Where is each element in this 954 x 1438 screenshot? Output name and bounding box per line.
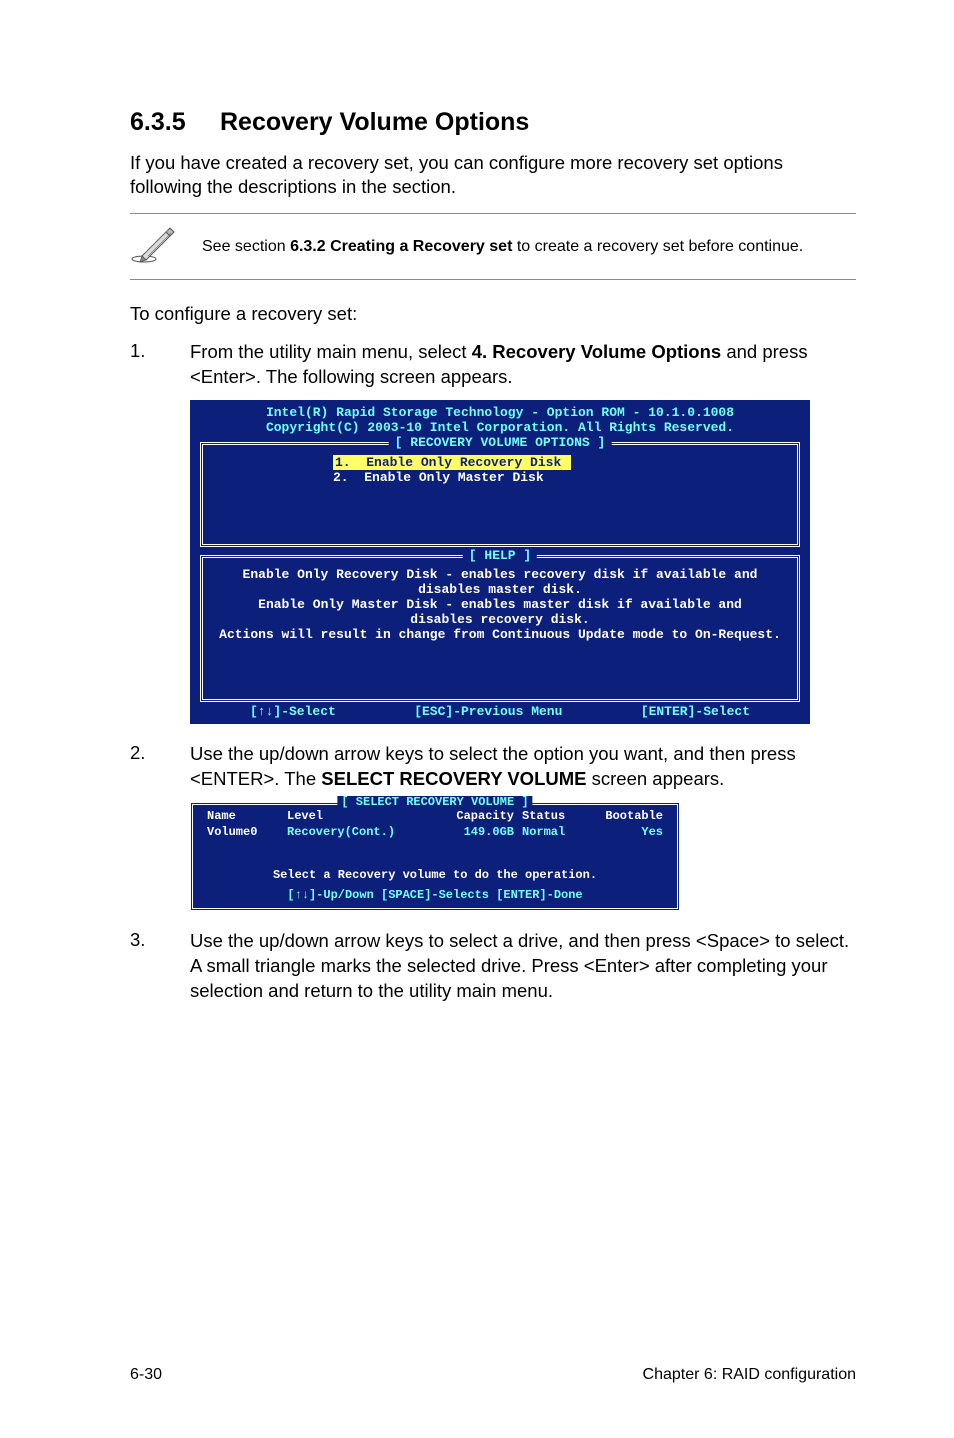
note-callout: See section 6.3.2 Creating a Recovery se… (130, 213, 856, 280)
bios2-instruction: Select a Recovery volume to do the opera… (203, 869, 667, 883)
bios1-footer-enter: [ENTER]-Select (641, 705, 750, 720)
step-2-post: screen appears. (587, 768, 725, 789)
step-2-bold: SELECT RECOVERY VOLUME (321, 768, 586, 789)
section-title: Recovery Volume Options (220, 108, 529, 136)
bios1-footer-select: [↑↓]-Select (250, 705, 336, 720)
bios2-td-status: Normal (518, 825, 593, 841)
bios1-menu-panel: [ RECOVERY VOLUME OPTIONS ] 1. Enable On… (200, 442, 800, 547)
bios1-panel-title: [ RECOVERY VOLUME OPTIONS ] (389, 436, 612, 451)
bios2-td-name: Volume0 (203, 825, 283, 841)
intro-paragraph: If you have created a recovery set, you … (130, 151, 856, 199)
bios1-help-line4: disables recovery disk. (213, 613, 787, 628)
bios2-panel-title: [ SELECT RECOVERY VOLUME ] (337, 796, 532, 810)
step-1-bold: 4. Recovery Volume Options (472, 341, 721, 362)
note-suffix: to create a recovery set before continue… (512, 238, 803, 255)
note-text: See section 6.3.2 Creating a Recovery se… (202, 236, 856, 258)
section-number: 6.3.5 (130, 108, 220, 137)
bios1-menu-item-1: 1. Enable Only Recovery Disk (333, 456, 787, 471)
chapter-label: Chapter 6: RAID configuration (643, 1366, 856, 1384)
pen-icon (130, 224, 178, 269)
step-1-pre: From the utility main menu, select (190, 341, 472, 362)
bios1-help-line5: Actions will result in change from Conti… (213, 628, 787, 643)
note-prefix: See section (202, 238, 290, 255)
bios1-footer: [↑↓]-Select [ESC]-Previous Menu [ENTER]-… (200, 702, 800, 721)
bios2-th-name: Name (203, 809, 283, 825)
bios1-title-line1: Intel(R) Rapid Storage Technology - Opti… (200, 406, 800, 421)
bios1-footer-esc: [ESC]-Previous Menu (414, 705, 562, 720)
bios2-header-row: Name Level Capacity Status Bootable (203, 809, 667, 825)
bios2-th-capacity: Capacity (433, 809, 518, 825)
bios2-volume-table: Name Level Capacity Status Bootable Volu… (203, 809, 667, 841)
step-1-number: 1. (130, 340, 190, 390)
bios-screen-recovery-options: Intel(R) Rapid Storage Technology - Opti… (190, 400, 810, 724)
note-bold: 6.3.2 Creating a Recovery set (290, 238, 512, 255)
bios2-footer: [↑↓]-Up/Down [SPACE]-Selects [ENTER]-Don… (203, 889, 667, 904)
step-3-number: 3. (130, 929, 190, 1004)
step-3-body: Use the up/down arrow keys to select a d… (190, 929, 856, 1004)
bios1-help-line1: Enable Only Recovery Disk - enables reco… (213, 568, 787, 583)
bios2-td-bootable: Yes (593, 825, 667, 841)
bios1-help-title: [ HELP ] (463, 549, 537, 564)
bios2-td-capacity: 149.0GB (433, 825, 518, 841)
bios2-th-status: Status (518, 809, 593, 825)
step-2-body: Use the up/down arrow keys to select the… (190, 742, 856, 792)
bios2-data-row: Volume0 Recovery(Cont.) 149.0GB Normal Y… (203, 825, 667, 841)
bios1-title-line2: Copyright(C) 2003-10 Intel Corporation. … (200, 421, 800, 436)
bios-screen-select-volume: [ SELECT RECOVERY VOLUME ] Name Level Ca… (190, 802, 680, 910)
step-3: 3. Use the up/down arrow keys to select … (130, 929, 856, 1004)
step-1-body: From the utility main menu, select 4. Re… (190, 340, 856, 390)
configure-line: To configure a recovery set: (130, 302, 856, 326)
section-heading: 6.3.5Recovery Volume Options (130, 108, 856, 137)
page-footer: 6-30 Chapter 6: RAID configuration (130, 1366, 856, 1384)
page-number: 6-30 (130, 1366, 162, 1384)
step-2-number: 2. (130, 742, 190, 792)
bios2-th-bootable: Bootable (593, 809, 667, 825)
bios1-menu-item-2: 2. Enable Only Master Disk (333, 471, 787, 486)
bios1-help-panel: [ HELP ] Enable Only Recovery Disk - ena… (200, 555, 800, 702)
bios2-th-level: Level (283, 809, 433, 825)
step-1: 1. From the utility main menu, select 4.… (130, 340, 856, 390)
bios1-help-line3: Enable Only Master Disk - enables master… (213, 598, 787, 613)
step-2: 2. Use the up/down arrow keys to select … (130, 742, 856, 792)
bios1-help-line2: disables master disk. (213, 583, 787, 598)
bios2-td-level: Recovery(Cont.) (283, 825, 433, 841)
